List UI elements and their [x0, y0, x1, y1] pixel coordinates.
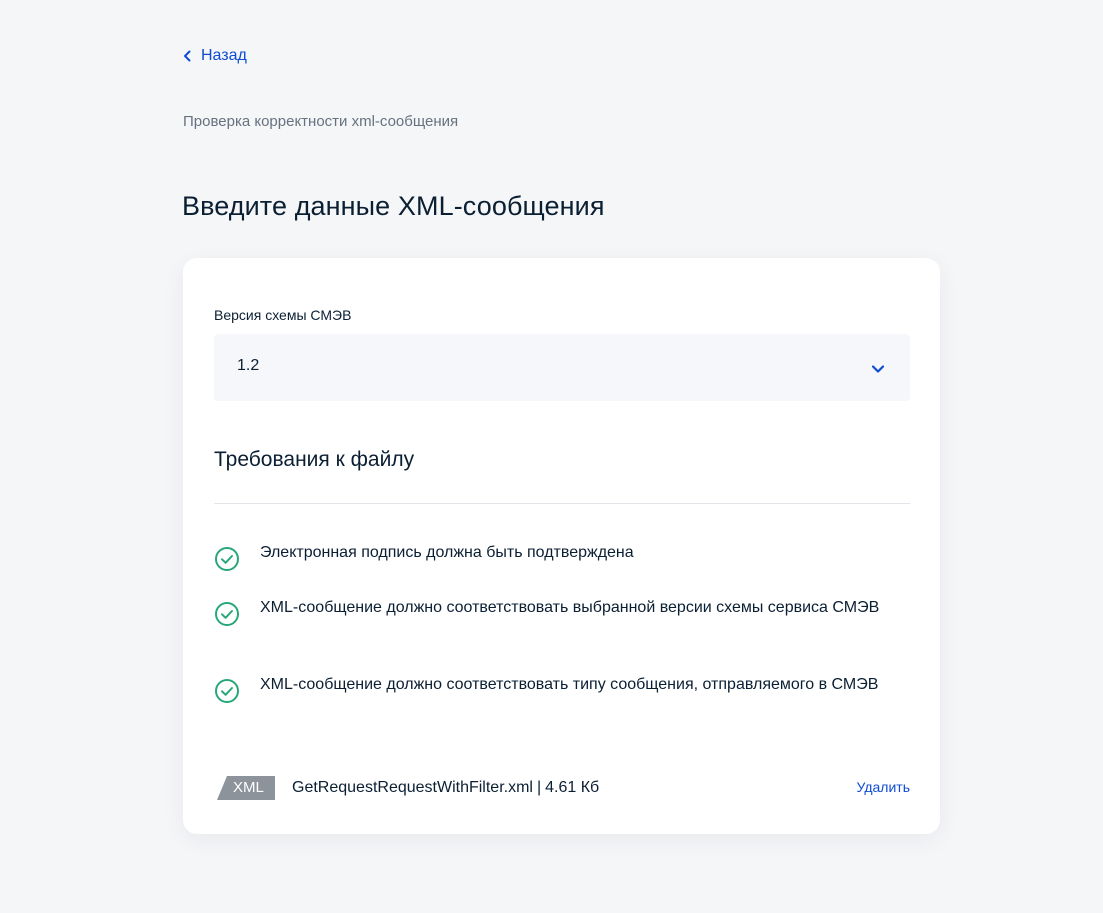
requirement-item: XML-сообщение должно соответствовать выб…	[214, 595, 910, 627]
xml-file-icon: XML	[217, 776, 275, 800]
requirements-title: Требования к файлу	[214, 448, 415, 471]
requirement-text: XML-сообщение должно соответствовать тип…	[260, 676, 879, 693]
file-separator: |	[536, 779, 542, 796]
page-title: Введите данные XML-сообщения	[182, 191, 605, 221]
requirement-text: XML-сообщение должно соответствовать выб…	[260, 599, 880, 616]
back-link[interactable]: Назад	[183, 47, 247, 65]
file-size: 4.61 Кб	[545, 779, 600, 796]
requirement-item: Электронная подпись должна быть подтверж…	[214, 540, 910, 572]
schema-version-select[interactable]: 1.2	[214, 334, 910, 401]
breadcrumb: Проверка корректности xml-сообщения	[183, 113, 459, 130]
file-name: GetRequestRequestWithFilter.xml	[292, 779, 533, 796]
check-circle-icon	[214, 601, 240, 627]
xml-badge-label: XML	[233, 779, 264, 796]
check-circle-icon	[214, 678, 240, 704]
form-card: Версия схемы СМЭВ 1.2 Требования к файлу…	[183, 258, 940, 834]
schema-version-label: Версия схемы СМЭВ	[214, 307, 352, 323]
schema-version-value[interactable]: 1.2	[237, 357, 259, 375]
chevron-down-icon[interactable]	[870, 362, 886, 374]
check-circle-icon	[214, 546, 240, 572]
requirement-text: Электронная подпись должна быть подтверж…	[260, 544, 634, 561]
back-link-label[interactable]: Назад	[201, 47, 247, 65]
delete-file-link[interactable]: Удалить	[857, 779, 910, 795]
chevron-left-icon	[183, 49, 195, 63]
uploaded-file-row: XML GetRequestRequestWithFilter.xml | 4.…	[217, 775, 910, 801]
requirement-item: XML-сообщение должно соответствовать тип…	[214, 672, 910, 704]
divider	[214, 503, 910, 504]
